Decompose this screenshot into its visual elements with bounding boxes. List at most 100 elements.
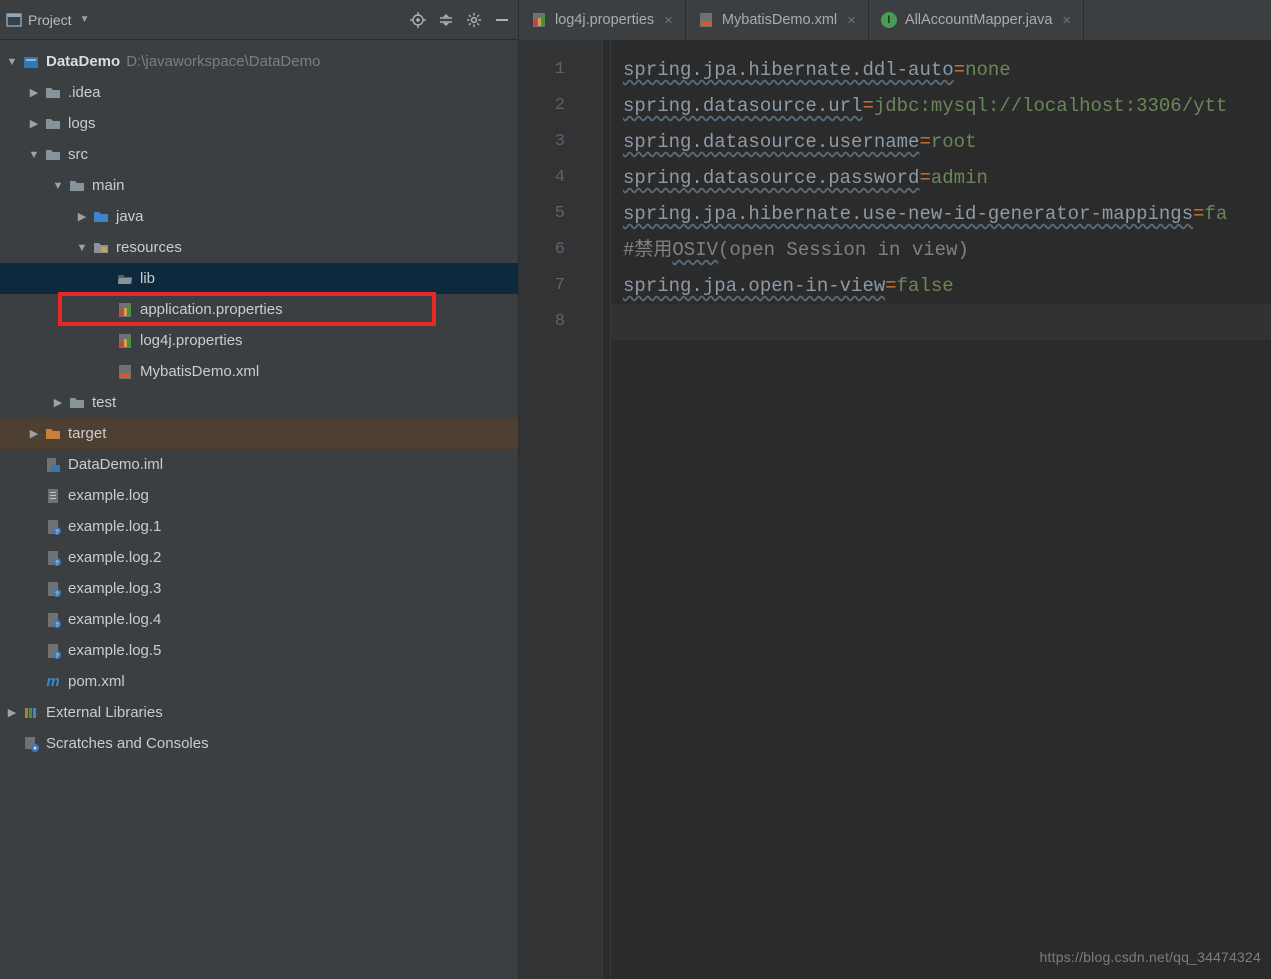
line-number: 6 [519, 232, 579, 268]
tree-item-label: .idea [68, 84, 101, 101]
project-icon [6, 12, 22, 28]
tree-item-label: example.log [68, 487, 149, 504]
tree-root[interactable]: ▼ DataDemo D:\javaworkspace\DataDemo [0, 46, 518, 77]
unknown-file-icon: ? [44, 550, 62, 566]
properties-file-icon [116, 333, 134, 349]
tab-log4j[interactable]: log4j.properties × [519, 0, 686, 40]
excluded-folder-icon [44, 426, 62, 442]
chevron-right-icon[interactable]: ▶ [6, 706, 18, 719]
tree-item-logs[interactable]: ▶ logs [0, 108, 518, 139]
folder-icon [68, 178, 86, 194]
module-icon [22, 54, 40, 70]
xml-file-icon [116, 364, 134, 380]
collapse-all-icon[interactable] [438, 12, 454, 28]
properties-file-icon [531, 12, 547, 28]
locate-icon[interactable] [410, 12, 426, 28]
chevron-right-icon[interactable]: ▶ [28, 427, 40, 440]
tree-item-label: lib [140, 270, 155, 287]
line-gutter: 1 2 3 4 5 6 7 8 [519, 40, 579, 979]
tree-item-target[interactable]: ▶ target [0, 418, 518, 449]
chevron-down-icon[interactable]: ▼ [28, 149, 40, 161]
close-icon[interactable]: × [664, 12, 673, 29]
project-panel: Project ▼ ▼ [0, 0, 518, 979]
close-icon[interactable]: × [847, 12, 856, 29]
chevron-down-icon: ▼ [80, 14, 90, 25]
tree-item-label: example.log.4 [68, 611, 161, 628]
tree-item-examplelog4[interactable]: ? example.log.4 [0, 604, 518, 635]
tree-item-examplelog3[interactable]: ? example.log.3 [0, 573, 518, 604]
unknown-file-icon: ? [44, 519, 62, 535]
tree-item-label: example.log.1 [68, 518, 161, 535]
close-icon[interactable]: × [1062, 12, 1071, 29]
tree-item-examplelog[interactable]: example.log [0, 480, 518, 511]
chevron-down-icon[interactable]: ▼ [6, 56, 18, 68]
project-tree[interactable]: ▼ DataDemo D:\javaworkspace\DataDemo ▶ .… [0, 40, 518, 979]
resources-folder-icon [92, 240, 110, 256]
source-folder-icon [92, 209, 110, 225]
chevron-down-icon[interactable]: ▼ [52, 180, 64, 192]
line-number: 4 [519, 160, 579, 196]
interface-icon: I [881, 12, 897, 28]
tree-item-test[interactable]: ▶ test [0, 387, 518, 418]
tree-item-pom[interactable]: m pom.xml [0, 666, 518, 697]
tree-item-label: MybatisDemo.xml [140, 363, 259, 380]
tree-item-resources[interactable]: ▼ resources [0, 232, 518, 263]
tab-label: MybatisDemo.xml [722, 12, 837, 28]
scratches-icon [22, 736, 40, 752]
xml-file-icon [698, 12, 714, 28]
tree-item-label: java [116, 208, 144, 225]
line-number: 5 [519, 196, 579, 232]
tree-item-label: target [68, 425, 106, 442]
line-number: 8 [519, 304, 579, 340]
text-file-icon [44, 488, 62, 504]
chevron-down-icon[interactable]: ▼ [76, 242, 88, 254]
tree-item-label: DataDemo [46, 53, 120, 70]
library-icon [22, 705, 40, 721]
tree-item-main[interactable]: ▼ main [0, 170, 518, 201]
tree-item-label: main [92, 177, 125, 194]
module-file-icon [44, 457, 62, 473]
project-title: Project [28, 12, 72, 28]
tree-item-label: example.log.5 [68, 642, 161, 659]
project-dropdown[interactable]: Project ▼ [6, 12, 89, 28]
tree-item-application-properties[interactable]: application.properties [0, 294, 518, 325]
chevron-right-icon[interactable]: ▶ [76, 210, 88, 223]
tree-item-examplelog5[interactable]: ? example.log.5 [0, 635, 518, 666]
code-content[interactable]: spring.jpa.hibernate.ddl-auto=none sprin… [611, 40, 1271, 979]
chevron-right-icon[interactable]: ▶ [28, 86, 40, 99]
gutter-separator [603, 40, 611, 979]
code-editor[interactable]: 1 2 3 4 5 6 7 8 spring.jpa.hibernate.ddl… [519, 40, 1271, 979]
folder-icon [44, 85, 62, 101]
tab-label: AllAccountMapper.java [905, 12, 1053, 28]
chevron-right-icon[interactable]: ▶ [28, 117, 40, 130]
chevron-right-icon[interactable]: ▶ [52, 396, 64, 409]
tree-item-label: resources [116, 239, 182, 256]
tree-item-mybatis[interactable]: MybatisDemo.xml [0, 356, 518, 387]
gutter-margin [579, 40, 603, 979]
minimize-icon[interactable] [494, 12, 510, 28]
folder-icon [68, 395, 86, 411]
folder-icon [44, 147, 62, 163]
tree-item-label: example.log.3 [68, 580, 161, 597]
tree-item-lib[interactable]: lib [0, 263, 518, 294]
tree-item-iml[interactable]: DataDemo.iml [0, 449, 518, 480]
tree-item-label: example.log.2 [68, 549, 161, 566]
tab-allaccountmapper[interactable]: I AllAccountMapper.java × [869, 0, 1084, 40]
line-number: 3 [519, 124, 579, 160]
tree-item-idea[interactable]: ▶ .idea [0, 77, 518, 108]
tree-item-label: pom.xml [68, 673, 125, 690]
tree-item-label: test [92, 394, 116, 411]
tree-item-label: logs [68, 115, 96, 132]
tree-scratches[interactable]: Scratches and Consoles [0, 728, 518, 759]
gear-icon[interactable] [466, 12, 482, 28]
tree-item-src[interactable]: ▼ src [0, 139, 518, 170]
tree-item-examplelog1[interactable]: ? example.log.1 [0, 511, 518, 542]
tab-mybatis[interactable]: MybatisDemo.xml × [686, 0, 869, 40]
tree-item-examplelog2[interactable]: ? example.log.2 [0, 542, 518, 573]
tree-external-libraries[interactable]: ▶ External Libraries [0, 697, 518, 728]
tree-item-label: log4j.properties [140, 332, 243, 349]
tree-item-java[interactable]: ▶ java [0, 201, 518, 232]
tree-item-log4j[interactable]: log4j.properties [0, 325, 518, 356]
folder-open-icon [116, 271, 134, 287]
unknown-file-icon: ? [44, 612, 62, 628]
